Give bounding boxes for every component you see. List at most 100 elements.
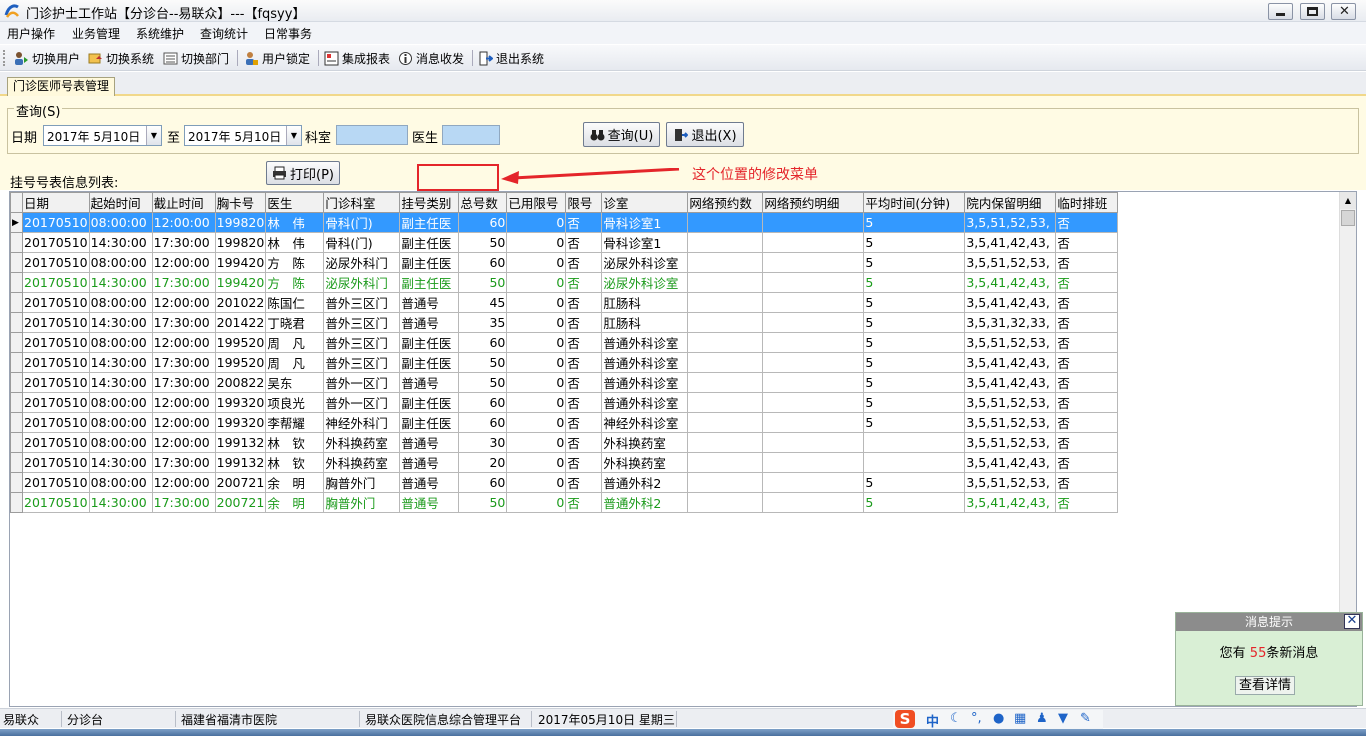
chevron-down-icon[interactable]: ▼ xyxy=(146,126,161,145)
table-cell[interactable]: 08:00:00 xyxy=(88,432,153,453)
table-row[interactable]: 20170510 14:30:00 17:30:00 201422 丁晓君 普外三区门 普通… xyxy=(10,312,1119,333)
table-cell[interactable]: 5 xyxy=(863,372,966,393)
table-cell[interactable] xyxy=(762,212,865,233)
table-cell[interactable]: 3,5,51,52,53, xyxy=(964,212,1057,233)
table-row[interactable]: 20170510 08:00:00 12:00:00 199520 周 凡普外三区门 副主… xyxy=(10,332,1119,353)
table-cell[interactable] xyxy=(762,452,865,473)
column-header[interactable]: 网络预约数 xyxy=(687,192,764,213)
table-cell[interactable] xyxy=(762,292,865,313)
table-cell[interactable]: 0 xyxy=(506,232,567,253)
table-cell[interactable]: 肛肠科 xyxy=(601,312,689,333)
table-cell[interactable]: 骨科诊室1 xyxy=(601,212,689,233)
table-cell[interactable]: 否 xyxy=(1055,412,1119,433)
table-cell[interactable]: 余 明 xyxy=(265,472,325,493)
table-cell[interactable]: 否 xyxy=(1055,472,1119,493)
column-header[interactable]: 限号 xyxy=(565,192,603,213)
table-cell[interactable]: 陈国仁 xyxy=(265,292,325,313)
table-cell[interactable]: 0 xyxy=(506,252,567,273)
table-cell[interactable]: 否 xyxy=(565,212,603,233)
integrated-report-button[interactable]: 集成报表 xyxy=(324,49,390,67)
table-cell[interactable]: 0 xyxy=(506,352,567,373)
table-cell[interactable]: 20170510 xyxy=(22,432,90,453)
row-indicator[interactable] xyxy=(10,372,23,393)
table-cell[interactable]: 60 xyxy=(458,392,508,413)
wrench-icon[interactable]: ✎ xyxy=(1080,711,1091,726)
table-cell[interactable] xyxy=(687,352,764,373)
minimize-button[interactable] xyxy=(1268,3,1293,20)
table-cell[interactable]: 60 xyxy=(458,332,508,353)
table-cell[interactable]: 否 xyxy=(565,452,603,473)
table-cell[interactable]: 副主任医 xyxy=(399,332,460,353)
table-cell[interactable]: 普外三区门 xyxy=(323,312,401,333)
table-cell[interactable]: 泌尿外科门 xyxy=(323,272,401,293)
menu-business[interactable]: 业务管理 xyxy=(72,25,120,42)
table-cell[interactable]: 项良光 xyxy=(265,392,325,413)
table-cell[interactable]: 否 xyxy=(1055,232,1119,253)
table-cell[interactable]: 5 xyxy=(863,492,966,513)
table-cell[interactable]: 5 xyxy=(863,292,966,313)
column-header[interactable]: 起始时间 xyxy=(88,192,153,213)
doctor-field[interactable] xyxy=(442,125,500,145)
table-cell[interactable]: 胸普外门 xyxy=(323,492,401,513)
table-cell[interactable] xyxy=(687,292,764,313)
table-cell[interactable]: 副主任医 xyxy=(399,412,460,433)
table-cell[interactable]: 3,5,31,32,33, xyxy=(964,312,1057,333)
table-cell[interactable]: 3,5,51,52,53, xyxy=(964,392,1057,413)
table-cell[interactable]: 副主任医 xyxy=(399,352,460,373)
table-cell[interactable]: 08:00:00 xyxy=(88,332,153,353)
table-cell[interactable]: 普通号 xyxy=(399,312,460,333)
scroll-thumb[interactable] xyxy=(1341,210,1355,226)
table-cell[interactable]: 普通号 xyxy=(399,432,460,453)
dept-field[interactable] xyxy=(336,125,408,145)
notification-close-button[interactable]: ✕ xyxy=(1344,614,1360,629)
table-cell[interactable]: 199520 xyxy=(214,332,267,353)
table-cell[interactable]: 12:00:00 xyxy=(151,212,216,233)
table-cell[interactable]: 普通号 xyxy=(399,472,460,493)
table-cell[interactable]: 5 xyxy=(863,212,966,233)
table-cell[interactable]: 3,5,41,42,43, xyxy=(964,372,1057,393)
table-cell[interactable]: 否 xyxy=(565,432,603,453)
table-cell[interactable]: 17:30:00 xyxy=(151,372,216,393)
table-cell[interactable]: 0 xyxy=(506,492,567,513)
table-cell[interactable]: 20170510 xyxy=(22,352,90,373)
table-cell[interactable] xyxy=(863,432,966,453)
table-cell[interactable]: 外科换药室 xyxy=(323,452,401,473)
table-cell[interactable]: 08:00:00 xyxy=(88,392,153,413)
row-indicator[interactable] xyxy=(10,232,23,253)
table-cell[interactable]: 丁晓君 xyxy=(265,312,325,333)
table-cell[interactable]: 201422 xyxy=(214,312,267,333)
table-cell[interactable] xyxy=(687,212,764,233)
table-cell[interactable]: 12:00:00 xyxy=(151,292,216,313)
row-indicator[interactable] xyxy=(10,432,23,453)
table-cell[interactable]: 20170510 xyxy=(22,232,90,253)
table-cell[interactable] xyxy=(762,472,865,493)
table-cell[interactable]: 神经外科诊室 xyxy=(601,412,689,433)
table-cell[interactable]: 12:00:00 xyxy=(151,332,216,353)
table-cell[interactable]: 17:30:00 xyxy=(151,272,216,293)
table-cell[interactable]: 神经外科门 xyxy=(323,412,401,433)
table-cell[interactable] xyxy=(762,352,865,373)
column-header[interactable]: 诊室 xyxy=(601,192,689,213)
table-cell[interactable]: 否 xyxy=(1055,372,1119,393)
table-cell[interactable]: 50 xyxy=(458,232,508,253)
scroll-up-icon[interactable]: ▲ xyxy=(1340,192,1356,209)
table-cell[interactable]: 3,5,51,52,53, xyxy=(964,472,1057,493)
table-cell[interactable]: 14:30:00 xyxy=(88,232,153,253)
table-cell[interactable]: 14:30:00 xyxy=(88,452,153,473)
row-indicator[interactable] xyxy=(10,392,23,413)
row-indicator[interactable] xyxy=(10,352,23,373)
ime-toolbar[interactable]: S 中 ☾ °, ● ▦ ♟ ▼ ✎ xyxy=(893,710,1103,730)
table-row[interactable]: 20170510 14:30:00 17:30:00 200721 余 明胸普外门 普通号… xyxy=(10,492,1119,513)
table-cell[interactable]: 普通号 xyxy=(399,372,460,393)
table-cell[interactable]: 20170510 xyxy=(22,392,90,413)
table-cell[interactable] xyxy=(762,272,865,293)
table-cell[interactable]: 否 xyxy=(1055,332,1119,353)
table-cell[interactable]: 60 xyxy=(458,472,508,493)
table-cell[interactable]: 201022 xyxy=(214,292,267,313)
table-cell[interactable]: 50 xyxy=(458,352,508,373)
column-header[interactable]: 医生 xyxy=(265,192,325,213)
punctuation-icon[interactable]: °, xyxy=(971,711,982,726)
table-cell[interactable]: 199320 xyxy=(214,412,267,433)
table-cell[interactable]: 骨科诊室1 xyxy=(601,232,689,253)
table-cell[interactable] xyxy=(762,252,865,273)
